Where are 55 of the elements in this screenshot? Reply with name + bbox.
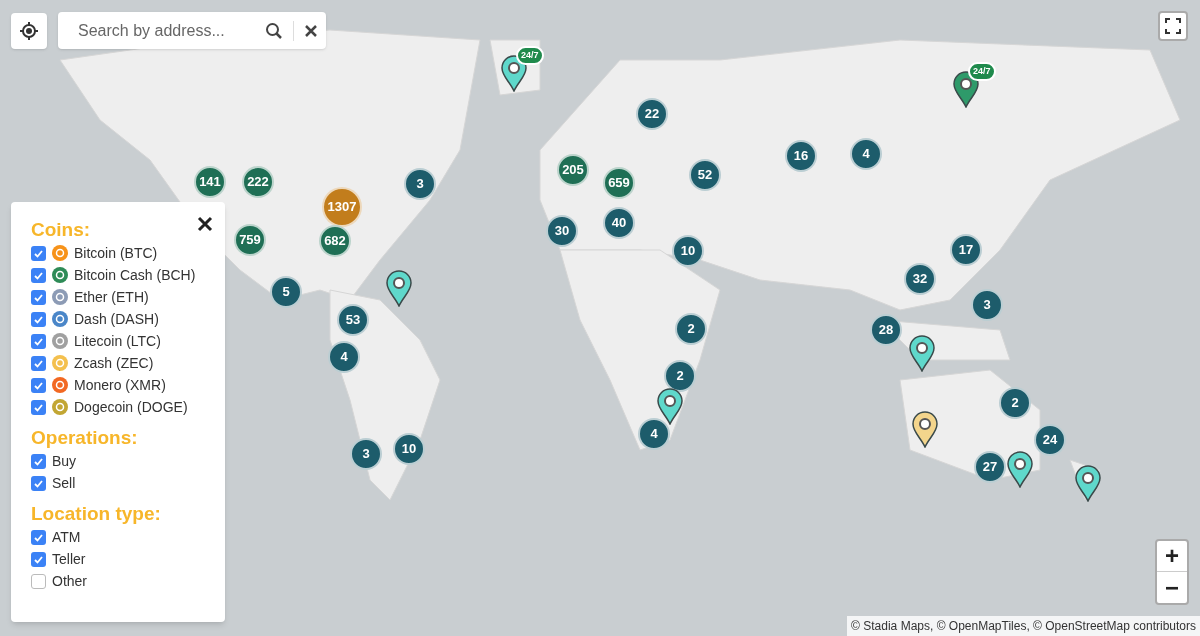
section-heading: Location type: [31, 502, 161, 526]
search-bar[interactable]: Search by address... [58, 12, 326, 49]
cluster-marker[interactable]: 27 [974, 451, 1006, 483]
cluster-marker[interactable]: 24 [1034, 424, 1066, 456]
map-pin-icon[interactable] [656, 387, 684, 425]
checkbox[interactable] [31, 399, 46, 415]
filter-label: ATM [52, 527, 81, 547]
section-heading: Coins: [31, 218, 91, 242]
close-icon[interactable] [197, 216, 213, 232]
checkbox[interactable] [31, 377, 46, 393]
open-hours-badge: 24/7 [516, 46, 544, 65]
locate-button[interactable] [11, 13, 47, 49]
map-pin-icon[interactable] [908, 334, 936, 372]
search-icon[interactable] [265, 21, 283, 40]
filter-label: Bitcoin (BTC) [74, 243, 158, 263]
checkbox[interactable] [31, 475, 46, 491]
filter-label: Bitcoin Cash (BCH) [74, 265, 196, 285]
map-pin-icon[interactable] [385, 269, 413, 307]
fullscreen-button[interactable] [1158, 11, 1188, 41]
checkbox[interactable] [31, 311, 46, 327]
filter-label: Ether (ETH) [74, 287, 149, 307]
cluster-marker[interactable]: 4 [328, 341, 360, 373]
zoom-in-button[interactable]: + [1157, 541, 1187, 572]
checkbox[interactable] [31, 245, 46, 261]
cluster-marker[interactable]: 3 [971, 289, 1003, 321]
map-pin-icon[interactable] [911, 410, 939, 448]
fullscreen-icon [1165, 18, 1181, 34]
cluster-marker[interactable]: 3 [350, 438, 382, 470]
search-field[interactable]: Search by address... [78, 18, 265, 43]
crosshair-icon [19, 21, 39, 41]
map-attribution: © Stadia Maps, © OpenMapTiles, © OpenStreetMap contributors [847, 616, 1200, 636]
filter-label: Litecoin (LTC) [74, 331, 161, 351]
checkbox[interactable] [31, 355, 46, 371]
checkbox[interactable] [31, 573, 46, 589]
map-pin-icon[interactable] [1006, 450, 1034, 488]
checkbox[interactable] [31, 551, 46, 567]
filter-label: Zcash (ZEC) [74, 353, 154, 373]
filter-label: Buy [52, 451, 77, 471]
checkbox[interactable] [31, 267, 46, 283]
close-icon[interactable] [304, 23, 318, 38]
checkbox[interactable] [31, 289, 46, 305]
filter-label: Dogecoin (DOGE) [74, 397, 188, 417]
filter-label: Teller [52, 549, 86, 569]
filter-label: Other [52, 571, 87, 591]
filter-label: Dash (DASH) [74, 309, 159, 329]
filter-label: Sell [52, 473, 76, 493]
checkbox[interactable] [31, 529, 46, 545]
checkbox[interactable] [31, 333, 46, 349]
zoom-out-button[interactable]: − [1157, 572, 1187, 603]
section-heading: Operations: [31, 426, 138, 450]
filter-label: Monero (XMR) [74, 375, 166, 395]
checkbox[interactable] [31, 453, 46, 469]
cluster-marker[interactable]: 5 [270, 276, 302, 308]
cluster-marker[interactable]: 28 [870, 314, 902, 346]
map-pin-icon[interactable] [1074, 464, 1102, 502]
